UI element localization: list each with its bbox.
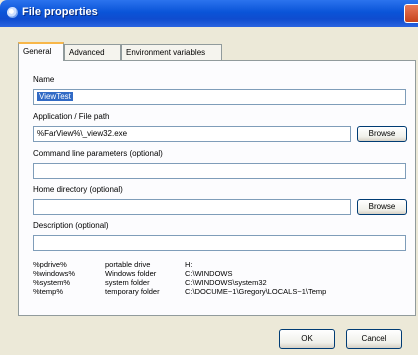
window-title: File properties bbox=[22, 6, 98, 18]
cancel-button[interactable]: Cancel bbox=[346, 329, 402, 349]
name-value: ViewTest bbox=[37, 92, 73, 101]
cmd-params-field[interactable] bbox=[33, 163, 406, 179]
browse-home-button[interactable]: Browse bbox=[357, 199, 407, 215]
tab-environment-variables[interactable]: Environment variables bbox=[121, 44, 222, 60]
close-button[interactable] bbox=[404, 4, 418, 23]
app-icon bbox=[7, 7, 18, 18]
file-properties-dialog: File properties General Advanced Environ… bbox=[0, 0, 418, 355]
home-dir-label: Home directory (optional) bbox=[33, 185, 123, 194]
variable-desc: temporary folder bbox=[105, 287, 160, 296]
home-dir-field[interactable] bbox=[33, 199, 351, 215]
general-panel: Name ViewTest Application / File path %F… bbox=[18, 60, 416, 316]
tab-general[interactable]: General bbox=[18, 42, 64, 61]
description-label: Description (optional) bbox=[33, 221, 109, 230]
variable-value: C:\DOCUME~1\Gregory\LOCALS~1\Temp bbox=[185, 287, 327, 296]
app-path-label: Application / File path bbox=[33, 112, 110, 121]
title-bar[interactable]: File properties bbox=[0, 0, 418, 27]
ok-button[interactable]: OK bbox=[279, 329, 335, 349]
app-path-field[interactable]: %FarView%\_view32.exe bbox=[33, 126, 351, 142]
browse-app-button[interactable]: Browse bbox=[357, 126, 407, 142]
tab-advanced[interactable]: Advanced bbox=[64, 44, 121, 60]
variable-name: %temp% bbox=[33, 287, 64, 296]
name-field[interactable]: ViewTest bbox=[33, 89, 406, 105]
cmd-params-label: Command line parameters (optional) bbox=[33, 149, 163, 158]
name-label: Name bbox=[33, 75, 55, 84]
description-field[interactable] bbox=[33, 235, 406, 251]
